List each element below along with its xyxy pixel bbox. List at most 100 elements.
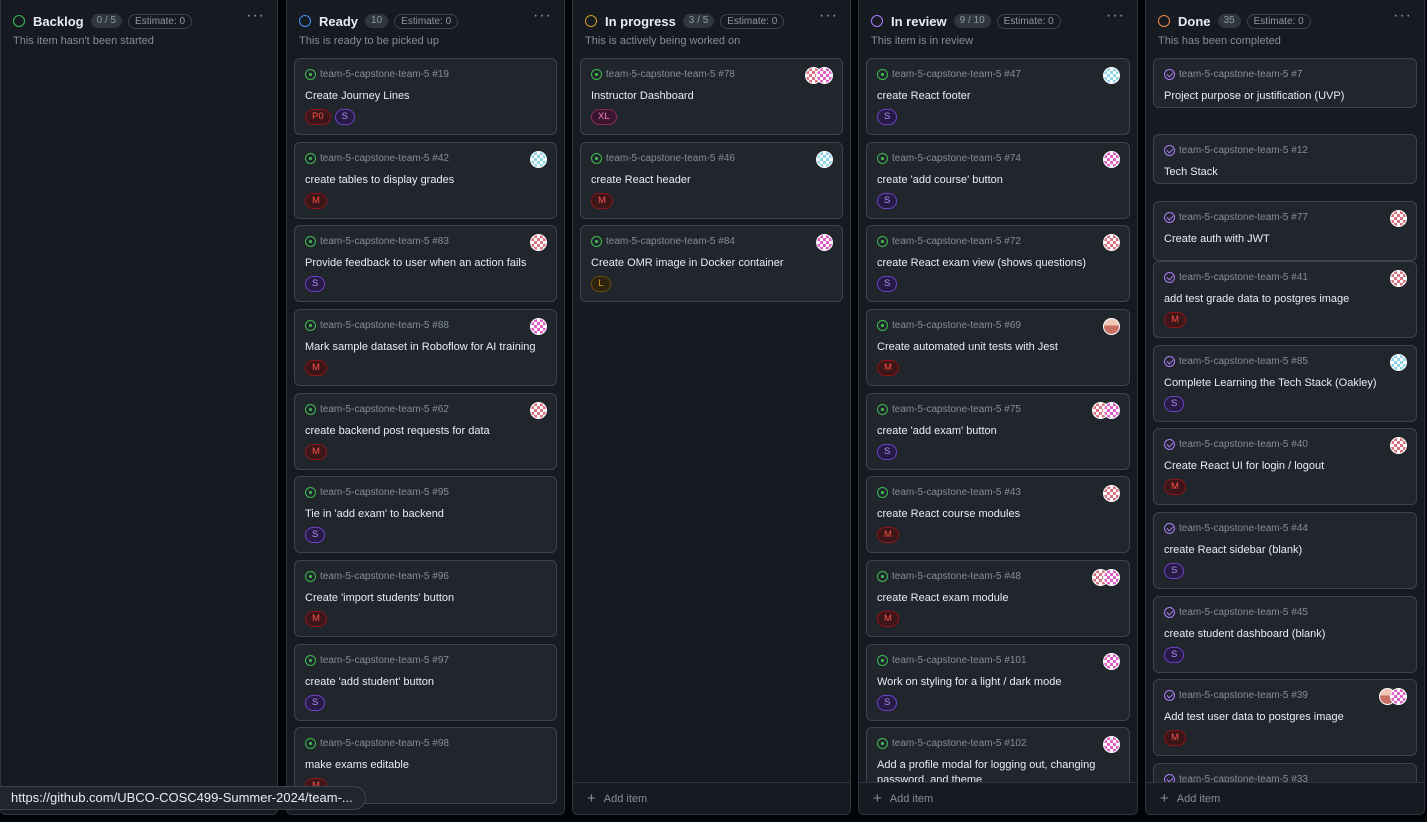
issue-title[interactable]: create 'add exam' button (877, 424, 1117, 439)
issue-card[interactable]: team-5-capstone-team-5 #83 Provide feedba… (294, 225, 557, 302)
issue-title[interactable]: Tie in 'add exam' to backend (305, 507, 544, 522)
issue-title[interactable]: create 'add course' button (877, 173, 1117, 188)
issue-title[interactable]: create tables to display grades (305, 173, 544, 188)
size-label[interactable]: S (877, 109, 898, 125)
issue-reference[interactable]: team-5-capstone-team-5 #84 (606, 236, 735, 247)
issue-card[interactable]: team-5-capstone-team-5 #97 create 'add st… (294, 644, 557, 721)
issue-title[interactable]: Create 'import students' button (305, 591, 544, 606)
size-label[interactable]: M (1164, 479, 1186, 495)
size-label[interactable]: M (877, 360, 899, 376)
issue-card[interactable]: team-5-capstone-team-5 #19 Create Journey… (294, 58, 557, 135)
avatar[interactable] (1390, 270, 1407, 287)
issue-reference[interactable]: team-5-capstone-team-5 #47 (892, 69, 1021, 80)
column-menu-button[interactable]: ··· (1393, 8, 1412, 24)
issue-card[interactable]: team-5-capstone-team-5 #101 Work on styli… (866, 644, 1130, 721)
size-label[interactable]: S (877, 193, 898, 209)
issue-title[interactable]: create React exam view (shows questions) (877, 256, 1117, 271)
issue-reference[interactable]: team-5-capstone-team-5 #88 (320, 320, 449, 331)
issue-title[interactable]: add test grade data to postgres image (1164, 292, 1404, 307)
size-label[interactable]: L (591, 276, 611, 292)
issue-title[interactable]: Create Journey Lines (305, 89, 544, 104)
issue-card[interactable]: team-5-capstone-team-5 #84 Create OMR ima… (580, 225, 843, 302)
size-label[interactable]: M (305, 444, 327, 460)
issue-card[interactable]: team-5-capstone-team-5 #96 Create 'import… (294, 560, 557, 637)
issue-reference[interactable]: team-5-capstone-team-5 #75 (892, 404, 1021, 415)
issue-reference[interactable]: team-5-capstone-team-5 #48 (892, 571, 1021, 582)
issue-title[interactable]: Add test user data to postgres image (1164, 710, 1404, 725)
issue-reference[interactable]: team-5-capstone-team-5 #96 (320, 571, 449, 582)
issue-reference[interactable]: team-5-capstone-team-5 #83 (320, 236, 449, 247)
column-menu-button[interactable]: ··· (819, 8, 838, 24)
size-label[interactable]: M (877, 527, 899, 543)
issue-card[interactable]: team-5-capstone-team-5 #40 Create React U… (1153, 428, 1417, 505)
size-label[interactable]: S (1164, 647, 1185, 663)
issue-reference[interactable]: team-5-capstone-team-5 #98 (320, 738, 449, 749)
size-label[interactable]: S (305, 527, 326, 543)
avatar[interactable] (1103, 653, 1120, 670)
issue-card[interactable]: team-5-capstone-team-5 #78 Instructor Das… (580, 58, 843, 135)
issue-card[interactable]: team-5-capstone-team-5 #47 create React f… (866, 58, 1130, 135)
issue-title[interactable]: create 'add student' button (305, 675, 544, 690)
size-label[interactable]: M (305, 611, 327, 627)
size-label[interactable]: M (305, 193, 327, 209)
issue-title[interactable]: Provide feedback to user when an action … (305, 256, 544, 271)
size-label[interactable]: S (334, 109, 355, 125)
issue-title[interactable]: create student dashboard (blank) (1164, 627, 1404, 642)
issue-reference[interactable]: team-5-capstone-team-5 #102 (892, 738, 1027, 749)
issue-reference[interactable]: team-5-capstone-team-5 #101 (892, 655, 1027, 666)
issue-card[interactable]: team-5-capstone-team-5 #88 Mark sample da… (294, 309, 557, 386)
size-label[interactable]: XL (591, 109, 617, 125)
avatar[interactable] (1103, 234, 1120, 251)
issue-card[interactable]: team-5-capstone-team-5 #62 create backend… (294, 393, 557, 470)
issue-title[interactable]: Instructor Dashboard (591, 89, 830, 104)
issue-card[interactable]: team-5-capstone-team-5 #46 create React h… (580, 142, 843, 219)
issue-card[interactable]: team-5-capstone-team-5 #85 Complete Learn… (1153, 345, 1417, 422)
issue-title[interactable]: Create React UI for login / logout (1164, 459, 1404, 474)
avatar[interactable] (1103, 736, 1120, 753)
avatar[interactable] (1390, 437, 1407, 454)
avatar[interactable] (1103, 318, 1120, 335)
issue-reference[interactable]: team-5-capstone-team-5 #41 (1179, 272, 1308, 283)
issue-reference[interactable]: team-5-capstone-team-5 #43 (892, 487, 1021, 498)
issue-card[interactable]: team-5-capstone-team-5 #95 Tie in 'add ex… (294, 476, 557, 553)
size-label[interactable]: S (877, 444, 898, 460)
issue-title[interactable]: Create OMR image in Docker container (591, 256, 830, 271)
size-label[interactable]: S (1164, 563, 1185, 579)
avatar[interactable] (1390, 688, 1407, 705)
issue-card[interactable]: team-5-capstone-team-5 #75 create 'add ex… (866, 393, 1130, 470)
avatar[interactable] (1390, 354, 1407, 371)
avatar[interactable] (1103, 151, 1120, 168)
issue-card[interactable]: team-5-capstone-team-5 #45 create student… (1153, 596, 1417, 673)
issue-reference[interactable]: team-5-capstone-team-5 #44 (1179, 523, 1308, 534)
issue-title[interactable]: make exams editable (305, 758, 544, 773)
size-label[interactable]: M (1164, 730, 1186, 746)
size-label[interactable]: M (1164, 312, 1186, 328)
size-label[interactable]: S (305, 276, 326, 292)
issue-title[interactable]: Work on styling for a light / dark mode (877, 675, 1117, 690)
column-menu-button[interactable]: ··· (1106, 8, 1125, 24)
issue-reference[interactable]: team-5-capstone-team-5 #85 (1179, 356, 1308, 367)
issue-card[interactable]: team-5-capstone-team-5 #41 add test grade… (1153, 261, 1417, 338)
size-label[interactable]: S (305, 695, 326, 711)
avatar[interactable] (1103, 485, 1120, 502)
issue-reference[interactable]: team-5-capstone-team-5 #19 (320, 69, 449, 80)
issue-title[interactable]: create React exam module (877, 591, 1117, 606)
issue-card[interactable]: team-5-capstone-team-5 #39 Add test user … (1153, 679, 1417, 756)
issue-title[interactable]: create React sidebar (blank) (1164, 543, 1404, 558)
issue-card[interactable]: team-5-capstone-team-5 #69 Create automat… (866, 309, 1130, 386)
issue-reference[interactable]: team-5-capstone-team-5 #7 (1179, 69, 1302, 80)
avatar[interactable] (1103, 67, 1120, 84)
avatar[interactable] (1103, 569, 1120, 586)
size-label[interactable]: S (877, 695, 898, 711)
size-label[interactable]: M (877, 611, 899, 627)
size-label[interactable]: M (305, 360, 327, 376)
issue-reference[interactable]: team-5-capstone-team-5 #95 (320, 487, 449, 498)
avatar[interactable] (530, 151, 547, 168)
issue-card[interactable]: team-5-capstone-team-5 #48 create React e… (866, 560, 1130, 637)
issue-reference[interactable]: team-5-capstone-team-5 #77 (1179, 212, 1308, 223)
issue-reference[interactable]: team-5-capstone-team-5 #62 (320, 404, 449, 415)
issue-reference[interactable]: team-5-capstone-team-5 #74 (892, 153, 1021, 164)
avatar[interactable] (530, 234, 547, 251)
issue-title[interactable]: create backend post requests for data (305, 424, 544, 439)
avatar[interactable] (1390, 210, 1407, 227)
